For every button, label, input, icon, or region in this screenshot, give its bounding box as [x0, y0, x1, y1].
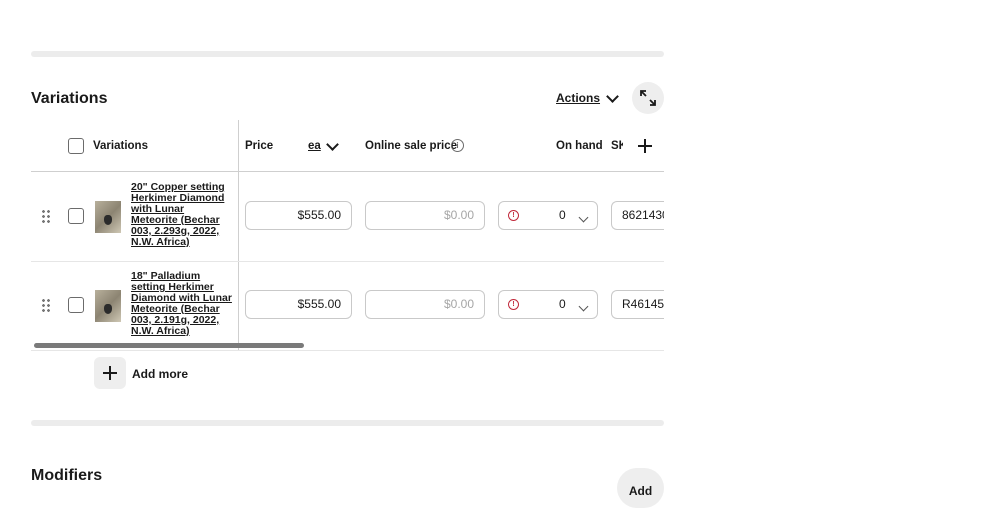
on-hand-value: 0 — [559, 297, 566, 311]
sku-input[interactable]: 8621430 — [611, 201, 664, 230]
on-hand-select[interactable]: ! 0 — [498, 290, 598, 319]
row-checkbox[interactable] — [68, 297, 84, 313]
chevron-down-icon — [578, 212, 589, 223]
add-column-icon[interactable] — [638, 139, 652, 153]
variation-name-link[interactable]: 20" Copper setting Herkimer Diamond with… — [131, 182, 233, 248]
add-modifier-button[interactable]: Add — [617, 468, 664, 508]
variations-table: Variations Price ea Online sale price i … — [31, 120, 664, 352]
header-variations: Variations — [93, 140, 148, 152]
variation-name-link[interactable]: 18" Palladium setting Herkimer Diamond w… — [131, 271, 233, 337]
chevron-down-icon — [325, 137, 339, 151]
product-thumbnail — [95, 290, 121, 322]
table-row: 18" Palladium setting Herkimer Diamond w… — [31, 261, 664, 351]
product-thumbnail — [95, 201, 121, 233]
on-hand-select[interactable]: ! 0 — [498, 201, 598, 230]
price-input[interactable]: $555.00 — [245, 201, 352, 230]
section-divider-bottom — [31, 420, 664, 426]
expand-icon — [640, 90, 656, 106]
select-all-checkbox[interactable] — [68, 138, 84, 154]
unit-label: ea — [308, 140, 321, 152]
chevron-down-icon — [578, 301, 589, 312]
horizontal-scrollbar[interactable] — [34, 343, 304, 348]
variations-title: Variations — [31, 90, 108, 107]
add-more-button[interactable] — [94, 357, 126, 389]
plus-icon — [103, 366, 117, 380]
expand-button[interactable] — [632, 82, 664, 114]
drag-handle-icon[interactable] — [41, 298, 51, 312]
add-more-label[interactable]: Add more — [132, 367, 188, 381]
chevron-down-icon — [606, 89, 619, 103]
table-header: Variations Price ea Online sale price i … — [31, 120, 664, 172]
online-sale-price-input[interactable]: $0.00 — [365, 201, 485, 230]
info-icon[interactable]: i — [451, 139, 464, 152]
unit-selector[interactable]: ea — [308, 137, 339, 152]
row-checkbox[interactable] — [68, 208, 84, 224]
modifiers-title: Modifiers — [31, 467, 103, 484]
header-online-sale-price: Online sale price — [365, 140, 458, 152]
sku-input[interactable]: R461454 — [611, 290, 664, 319]
section-divider-top — [31, 51, 664, 57]
warning-icon: ! — [508, 299, 519, 310]
header-on-hand: On hand — [556, 140, 603, 152]
header-sku: SK — [611, 140, 623, 152]
actions-menu-button[interactable]: Actions — [556, 89, 619, 105]
online-sale-price-input[interactable]: $0.00 — [365, 290, 485, 319]
table-row: 20" Copper setting Herkimer Diamond with… — [31, 172, 664, 262]
on-hand-value: 0 — [559, 208, 566, 222]
warning-icon: ! — [508, 210, 519, 221]
actions-label: Actions — [556, 91, 601, 105]
price-input[interactable]: $555.00 — [245, 290, 352, 319]
drag-handle-icon[interactable] — [41, 209, 51, 223]
header-price: Price — [245, 140, 274, 152]
